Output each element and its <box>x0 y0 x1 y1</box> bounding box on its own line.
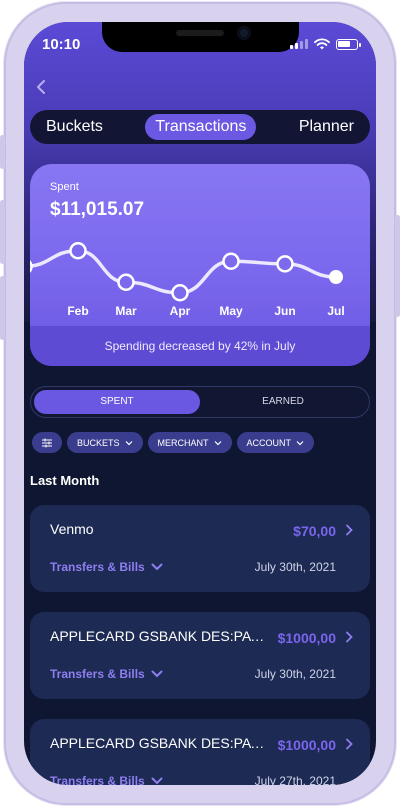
transaction-merchant: APPLECARD GSBANK DES:PAY... <box>50 735 268 751</box>
data-point-apr[interactable] <box>171 284 189 302</box>
tab-buckets[interactable]: Buckets <box>36 114 113 140</box>
transaction-card[interactable]: Venmo $70,00 Transfers & Bills July 30th… <box>30 505 370 592</box>
data-point-feb[interactable] <box>69 242 87 260</box>
filter-account-label: ACCOUNT <box>246 437 292 448</box>
x-tick-label: Feb <box>67 304 88 318</box>
transaction-merchant: Venmo <box>50 521 94 537</box>
filter-buckets-chip[interactable]: BUCKETS <box>67 432 143 453</box>
spent-amount: $11,015.07 <box>50 199 145 220</box>
transaction-category-label: Transfers & Bills <box>50 774 145 785</box>
transaction-date: July 27th, 2021 <box>254 774 336 785</box>
chevron-right-icon <box>346 524 353 536</box>
toggle-spent[interactable]: SPENT <box>34 390 200 414</box>
data-point-may[interactable] <box>222 252 240 270</box>
x-tick-label: Jun <box>274 304 295 318</box>
x-tick-label: Jul <box>327 304 344 318</box>
data-point-jun[interactable] <box>276 255 294 273</box>
volume-down-button <box>0 276 5 340</box>
status-icons <box>290 38 361 50</box>
back-button[interactable] <box>34 78 54 98</box>
app-screen: 10:10 Buckets Transactions Planner nFebM… <box>24 22 376 785</box>
status-time: 10:10 <box>42 36 81 53</box>
transaction-amount: $1000,00 <box>277 737 336 753</box>
transaction-card[interactable]: APPLECARD GSBANK DES:PAY... $1000,00 Tra… <box>30 719 370 785</box>
transaction-date: July 30th, 2021 <box>254 560 336 574</box>
filter-buckets-label: BUCKETS <box>77 437 120 448</box>
transaction-category-label: Transfers & Bills <box>50 667 145 681</box>
transaction-amount: $1000,00 <box>277 630 336 646</box>
chevron-down-icon <box>151 777 163 785</box>
transaction-category[interactable]: Transfers & Bills <box>50 560 163 574</box>
chevron-down-icon <box>151 563 163 571</box>
x-tick-label: Apr <box>170 304 191 318</box>
data-point-mar[interactable] <box>117 273 135 291</box>
tab-transactions[interactable]: Transactions <box>145 114 257 140</box>
chevron-down-icon <box>151 670 163 678</box>
speaker <box>176 30 224 36</box>
chevron-down-icon <box>296 440 304 445</box>
sliders-icon <box>42 438 52 447</box>
filter-bar: BUCKETS MERCHANT ACCOUNT <box>32 432 315 453</box>
transaction-amount: $70,00 <box>293 523 336 539</box>
chevron-down-icon <box>214 440 221 445</box>
filter-merchant-chip[interactable]: MERCHANT <box>147 432 232 453</box>
transaction-category[interactable]: Transfers & Bills <box>50 774 163 785</box>
spent-earned-toggle: SPENT EARNED <box>30 386 370 418</box>
section-title: Last Month <box>30 473 100 488</box>
front-camera <box>237 26 251 40</box>
power-button <box>395 215 400 317</box>
transaction-merchant: APPLECARD GSBANK DES:PAY... <box>50 628 268 644</box>
filter-account-chip[interactable]: ACCOUNT <box>236 432 315 453</box>
tab-planner[interactable]: Planner <box>289 114 364 140</box>
filter-merchant-label: MERCHANT <box>157 437 209 448</box>
chevron-right-icon <box>346 631 353 643</box>
signal-icon <box>290 39 308 49</box>
x-tick-label: May <box>219 304 243 318</box>
battery-icon <box>336 38 361 50</box>
wifi-icon <box>314 38 330 50</box>
data-point-jul[interactable] <box>329 270 343 284</box>
transaction-date: July 30th, 2021 <box>254 667 336 681</box>
notch <box>102 22 299 52</box>
mute-switch <box>0 135 5 169</box>
spending-chart-card: nFebMarAprMayJunJul Spent $11,015.07 Spe… <box>30 164 370 366</box>
transaction-category-label: Transfers & Bills <box>50 560 145 574</box>
spent-label: Spent <box>50 181 79 193</box>
transaction-list: Venmo $70,00 Transfers & Bills July 30th… <box>30 505 370 785</box>
top-tab-bar: Buckets Transactions Planner <box>30 110 370 144</box>
filter-settings-chip[interactable] <box>32 432 62 453</box>
transaction-category[interactable]: Transfers & Bills <box>50 667 163 681</box>
volume-up-button <box>0 200 5 264</box>
data-point-jan[interactable] <box>30 259 33 274</box>
chevron-right-icon <box>346 738 353 750</box>
transaction-card[interactable]: APPLECARD GSBANK DES:PAY... $1000,00 Tra… <box>30 612 370 699</box>
chart-summary: Spending decreased by 42% in July <box>30 326 370 366</box>
toggle-earned[interactable]: EARNED <box>200 390 366 414</box>
chevron-down-icon <box>125 440 132 445</box>
x-tick-label: Mar <box>115 304 137 318</box>
chevron-left-icon <box>37 80 45 94</box>
